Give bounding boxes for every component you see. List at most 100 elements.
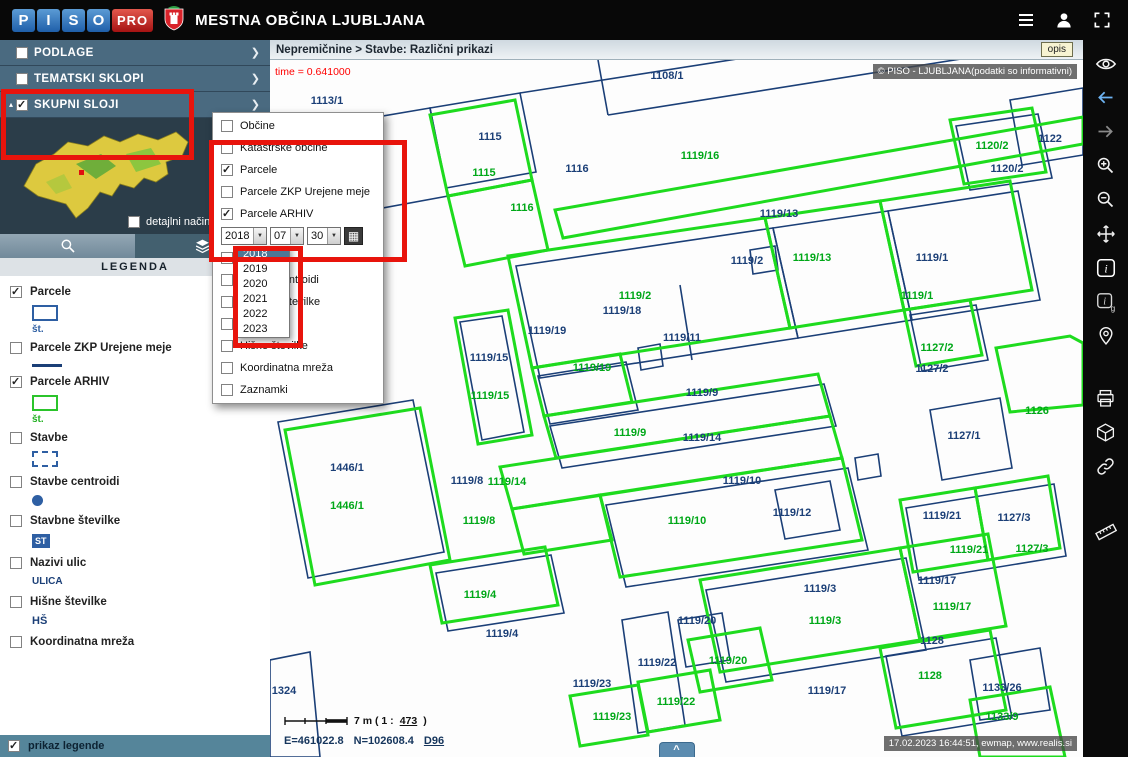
layer-checkbox[interactable]	[221, 318, 233, 330]
layer-checkbox[interactable]	[221, 252, 233, 264]
view-3d-icon[interactable]	[1088, 417, 1124, 448]
layer-checkbox[interactable]	[221, 120, 233, 132]
link-icon[interactable]	[1088, 451, 1124, 482]
legend-checkbox[interactable]	[10, 376, 22, 388]
map-timestamp: 17.02.2023 16:44:51, ewmap, www.realis.s…	[884, 736, 1077, 751]
visibility-icon[interactable]	[1088, 48, 1124, 79]
legend-checkbox[interactable]	[10, 342, 22, 354]
legend-checkbox[interactable]	[10, 286, 22, 298]
legend-item-row[interactable]: Stavbe centroidi	[10, 476, 260, 488]
parcel-label-green-archive: 1119/15	[471, 390, 510, 402]
year-option[interactable]: 2021	[237, 292, 289, 307]
day-select[interactable]: 30▼	[307, 227, 341, 245]
info-group-icon[interactable]: ig	[1088, 286, 1124, 317]
layer-checkbox[interactable]	[221, 362, 233, 374]
dropdown-arrow-icon: ▼	[253, 228, 266, 244]
pan-icon[interactable]	[1088, 218, 1124, 249]
location-icon[interactable]	[1088, 320, 1124, 351]
chevron-right-icon[interactable]: ❯	[247, 46, 264, 59]
sidebar-section-tematski-sklopi[interactable]: TEMATSKI SKLOPI❯	[0, 66, 270, 92]
section-checkbox[interactable]	[16, 99, 28, 111]
legend-item-row[interactable]: Hišne številke	[10, 596, 260, 608]
layer-item[interactable]: Zaznamki	[213, 379, 383, 401]
user-icon[interactable]	[1050, 6, 1078, 34]
parcel-outline-blue	[516, 228, 798, 378]
layer-checkbox[interactable]	[221, 296, 233, 308]
layer-item[interactable]: Parcele ARHIV	[213, 203, 383, 225]
year-select[interactable]: 2018▼	[221, 227, 267, 245]
legend-item: Nazivi ulicULICA	[0, 553, 270, 592]
layer-checkbox[interactable]	[221, 164, 233, 176]
history-back-icon[interactable]	[1088, 82, 1124, 113]
measure-icon[interactable]	[1088, 514, 1124, 545]
legend-item-row[interactable]: Koordinatna mreža	[10, 636, 260, 648]
cadastral-map[interactable]: 1108/11113/11115111611221120/21119/13111…	[270, 60, 1083, 757]
legend-item: Stavbe	[0, 428, 270, 472]
year-option[interactable]: 2020	[237, 277, 289, 292]
section-checkbox[interactable]	[16, 73, 28, 85]
legend-toggle-checkbox[interactable]	[8, 740, 20, 752]
chevron-right-icon[interactable]: ❯	[247, 72, 264, 85]
layer-checkbox[interactable]	[221, 142, 233, 154]
year-option[interactable]: 2022	[237, 307, 289, 322]
year-option[interactable]: 2019	[237, 262, 289, 277]
history-forward-icon[interactable]	[1088, 116, 1124, 147]
layer-item[interactable]: Hišne številke	[213, 335, 383, 357]
parcel-label-green-archive: 1119/22	[657, 696, 696, 708]
legend-checkbox[interactable]	[10, 476, 22, 488]
menu-icon[interactable]	[1012, 6, 1040, 34]
detail-mode-checkbox[interactable]	[128, 216, 140, 228]
layer-item[interactable]: Parcele ZKP Urejene meje	[213, 181, 383, 203]
legend-item-row[interactable]: Nazivi ulic	[10, 557, 260, 569]
search-icon	[60, 238, 76, 254]
layer-item[interactable]: Katastrske občine	[213, 137, 383, 159]
parcel-label-green-archive: 1120/2	[975, 140, 1008, 152]
layer-checkbox[interactable]	[221, 208, 233, 220]
layer-label: Občine	[240, 120, 275, 132]
detail-mode-toggle[interactable]: detajlni način	[128, 216, 210, 228]
parcel-label-green-archive: 1119/14	[488, 476, 527, 488]
tab-search[interactable]	[0, 234, 135, 258]
layer-item[interactable]: Občine	[213, 115, 383, 137]
section-checkbox[interactable]	[16, 47, 28, 59]
scale-denominator-link[interactable]: 473	[400, 715, 418, 727]
datum-link[interactable]: D96	[424, 735, 444, 747]
legend-item-row[interactable]: Stavbne številke	[10, 515, 260, 527]
parcel-label-green-archive: 1119/19	[573, 362, 612, 374]
parcel-label-blue: 1119/17	[808, 685, 847, 697]
parcel-label-green-archive: 1119/17	[933, 601, 972, 613]
layer-item[interactable]: Koordinatna mreža	[213, 357, 383, 379]
layer-item[interactable]: Parcele	[213, 159, 383, 181]
year-option[interactable]: 2023	[237, 322, 289, 337]
collapse-footer-button[interactable]: ^	[659, 742, 695, 757]
layer-checkbox[interactable]	[221, 340, 233, 352]
parcel-outline-blue	[460, 316, 524, 440]
fullscreen-icon[interactable]	[1088, 6, 1116, 34]
legend-toggle[interactable]: prikaz legende	[0, 735, 270, 757]
print-icon[interactable]	[1088, 383, 1124, 414]
year-option[interactable]: 2018	[237, 247, 289, 262]
chevron-right-icon[interactable]: ❯	[247, 98, 264, 111]
parcel-label-green-archive: 1119/1	[901, 290, 933, 302]
parcel-label-blue: 1119/22	[638, 657, 677, 669]
legend-checkbox[interactable]	[10, 596, 22, 608]
sidebar-section-podlage[interactable]: PODLAGE❯	[0, 40, 270, 66]
zoom-out-icon[interactable]	[1088, 184, 1124, 215]
calendar-button[interactable]: ▦	[344, 227, 363, 245]
map-canvas[interactable]: 1108/11113/11115111611221120/21119/13111…	[270, 60, 1083, 757]
zoom-in-icon[interactable]	[1088, 150, 1124, 181]
scale-text: 7 m ( 1 :	[354, 715, 394, 727]
parcel-label-blue: 1127/3	[997, 512, 1030, 524]
layer-checkbox[interactable]	[221, 274, 233, 286]
legend-checkbox[interactable]	[10, 636, 22, 648]
legend-checkbox[interactable]	[10, 432, 22, 444]
opis-button[interactable]: opis	[1041, 42, 1073, 57]
parcel-label-green-archive: 1119/20	[709, 655, 748, 667]
legend-checkbox[interactable]	[10, 557, 22, 569]
layer-checkbox[interactable]	[221, 384, 233, 396]
info-icon[interactable]: i	[1088, 252, 1124, 283]
legend-item-row[interactable]: Stavbe	[10, 432, 260, 444]
legend-checkbox[interactable]	[10, 515, 22, 527]
layer-checkbox[interactable]	[221, 186, 233, 198]
month-select[interactable]: 07▼	[270, 227, 304, 245]
